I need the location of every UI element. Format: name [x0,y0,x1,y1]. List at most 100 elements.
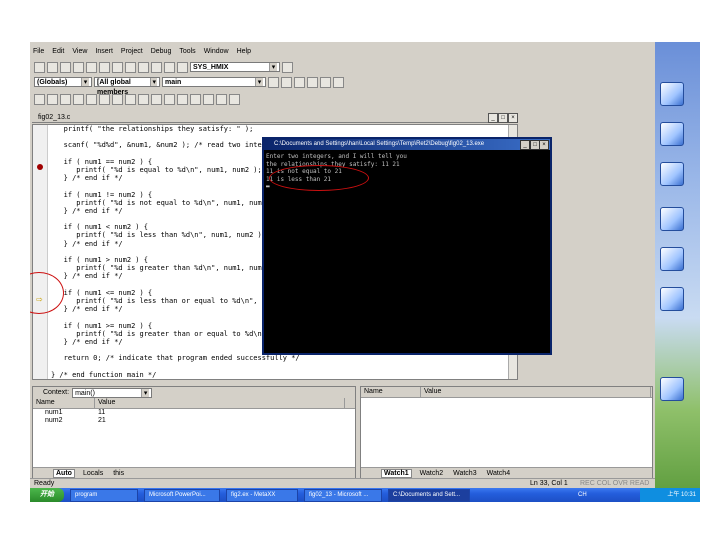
variables-tabs: Auto Locals this [33,467,355,478]
run-to-cursor-icon[interactable] [138,93,149,105]
menu-insert[interactable]: Insert [94,48,114,59]
menu-view[interactable]: View [71,48,88,59]
console-titlebar[interactable]: C:\Documents and Settings\han\Local Sett… [264,139,550,150]
watch-header: Name Value [361,387,652,398]
desktop-wallpaper [655,42,700,502]
undo-icon[interactable] [125,61,136,73]
menu-bar: File Edit View Insert Project Debug Tool… [32,48,252,59]
taskbar-item[interactable]: C:\Documents and Sett... [388,488,470,502]
column-name[interactable]: Name [33,398,95,408]
standard-toolbar: SYS_HMIX ▾ [34,60,649,74]
quickwatch-icon[interactable] [151,93,162,105]
step-into-icon[interactable] [99,93,110,105]
stop-build-icon[interactable] [294,76,305,88]
tab-watch2[interactable]: Watch2 [418,470,445,477]
call-stack-icon[interactable] [216,93,227,105]
save-all-icon[interactable] [73,61,84,73]
column-value[interactable]: Value [95,398,345,408]
build-config-combo[interactable]: SYS_HMIX ▾ [190,62,280,72]
disassembly-icon[interactable] [229,93,240,105]
console-line: Enter two integers, and I will tell you [266,153,407,160]
paste-icon[interactable] [112,61,123,73]
taskbar-item[interactable]: Microsoft PowerPoi... [144,488,220,502]
code-line: } /* end function main */ [51,370,157,379]
find-icon[interactable] [177,61,188,73]
breakpoint-marker[interactable] [37,164,43,170]
stop-debug-icon[interactable] [47,93,58,105]
editor-titlebar[interactable]: fig02_13.c _ □ × [32,112,518,123]
variable-value: 11 [98,409,106,416]
tab-this[interactable]: this [111,470,126,477]
table-row[interactable]: num1 11 [33,409,355,417]
desktop-icon[interactable] [660,377,684,401]
annotation-circle [269,165,369,191]
chevron-down-icon: ▾ [81,78,89,86]
close-button[interactable]: × [508,113,518,123]
output-icon[interactable] [164,61,175,73]
menu-file[interactable]: File [32,48,45,59]
column-value[interactable]: Value [421,387,651,397]
redo-icon[interactable] [138,61,149,73]
context-label: Context: [43,389,70,396]
step-over-icon[interactable] [112,93,123,105]
build-icon[interactable] [281,76,292,88]
desktop-icon[interactable] [660,247,684,271]
open-folder-icon[interactable] [47,61,58,73]
memory-window-icon[interactable] [203,93,214,105]
members-combo[interactable]: [All global members ▾ [94,77,160,96]
scope-combo[interactable]: (Globals) ▾ [34,77,92,87]
tab-watch3[interactable]: Watch3 [451,470,478,477]
function-combo[interactable]: main ▾ [162,77,266,87]
execute-icon[interactable] [307,76,318,88]
workspace-icon[interactable] [151,61,162,73]
column-name[interactable]: Name [361,387,421,397]
registers-window-icon[interactable] [190,93,201,105]
menu-edit[interactable]: Edit [51,48,65,59]
menu-help[interactable]: Help [236,48,252,59]
close-button[interactable]: × [539,140,549,150]
language-indicator[interactable]: CH [578,492,587,498]
context-combo[interactable]: main() ▾ [72,387,153,398]
step-out-icon[interactable] [125,93,136,105]
breakpoint-icon[interactable] [333,76,344,88]
menu-window[interactable]: Window [203,48,230,59]
maximize-button[interactable]: □ [498,113,508,123]
go-icon[interactable] [320,76,331,88]
clock[interactable]: 上午 10:31 [667,492,696,498]
taskbar-item[interactable]: fig2.ex - MetaXX [226,488,298,502]
show-next-icon[interactable] [86,93,97,105]
start-button[interactable]: 开始 [30,488,64,502]
watch-window-icon[interactable] [164,93,175,105]
taskbar-item[interactable]: program [70,488,138,502]
minimize-button[interactable]: _ [520,140,530,150]
table-row[interactable]: num2 21 [33,417,355,425]
menu-debug[interactable]: Debug [150,48,173,59]
cut-icon[interactable] [86,61,97,73]
minimize-button[interactable]: _ [488,113,498,123]
copy-icon[interactable] [99,61,110,73]
menu-project[interactable]: Project [120,48,144,59]
save-icon[interactable] [60,61,71,73]
variables-window-icon[interactable] [177,93,188,105]
break-icon[interactable] [60,93,71,105]
restart-icon[interactable] [34,93,45,105]
tab-watch4[interactable]: Watch4 [485,470,512,477]
desktop-icon[interactable] [660,122,684,146]
tab-watch1[interactable]: Watch1 [381,468,412,478]
build-toolbar: (Globals) ▾ [All global members ▾ main ▾ [34,75,649,96]
taskbar-item[interactable]: fig02_13 - Microsoft ... [304,488,382,502]
tab-auto[interactable]: Auto [53,468,75,478]
desktop-icon[interactable] [660,82,684,106]
desktop-icon[interactable] [660,207,684,231]
desktop-icon[interactable] [660,162,684,186]
tab-locals[interactable]: Locals [81,470,105,477]
apply-changes-icon[interactable] [73,93,84,105]
variable-name: num2 [45,417,63,424]
compile-icon[interactable] [268,76,279,88]
menu-tools[interactable]: Tools [178,48,196,59]
new-file-icon[interactable] [34,61,45,73]
desktop-icon[interactable] [660,287,684,311]
chevron-down-icon: ▾ [255,78,263,86]
find-in-files-icon[interactable] [282,61,293,73]
code-line: printf( "the relationships they satisfy:… [51,125,254,133]
